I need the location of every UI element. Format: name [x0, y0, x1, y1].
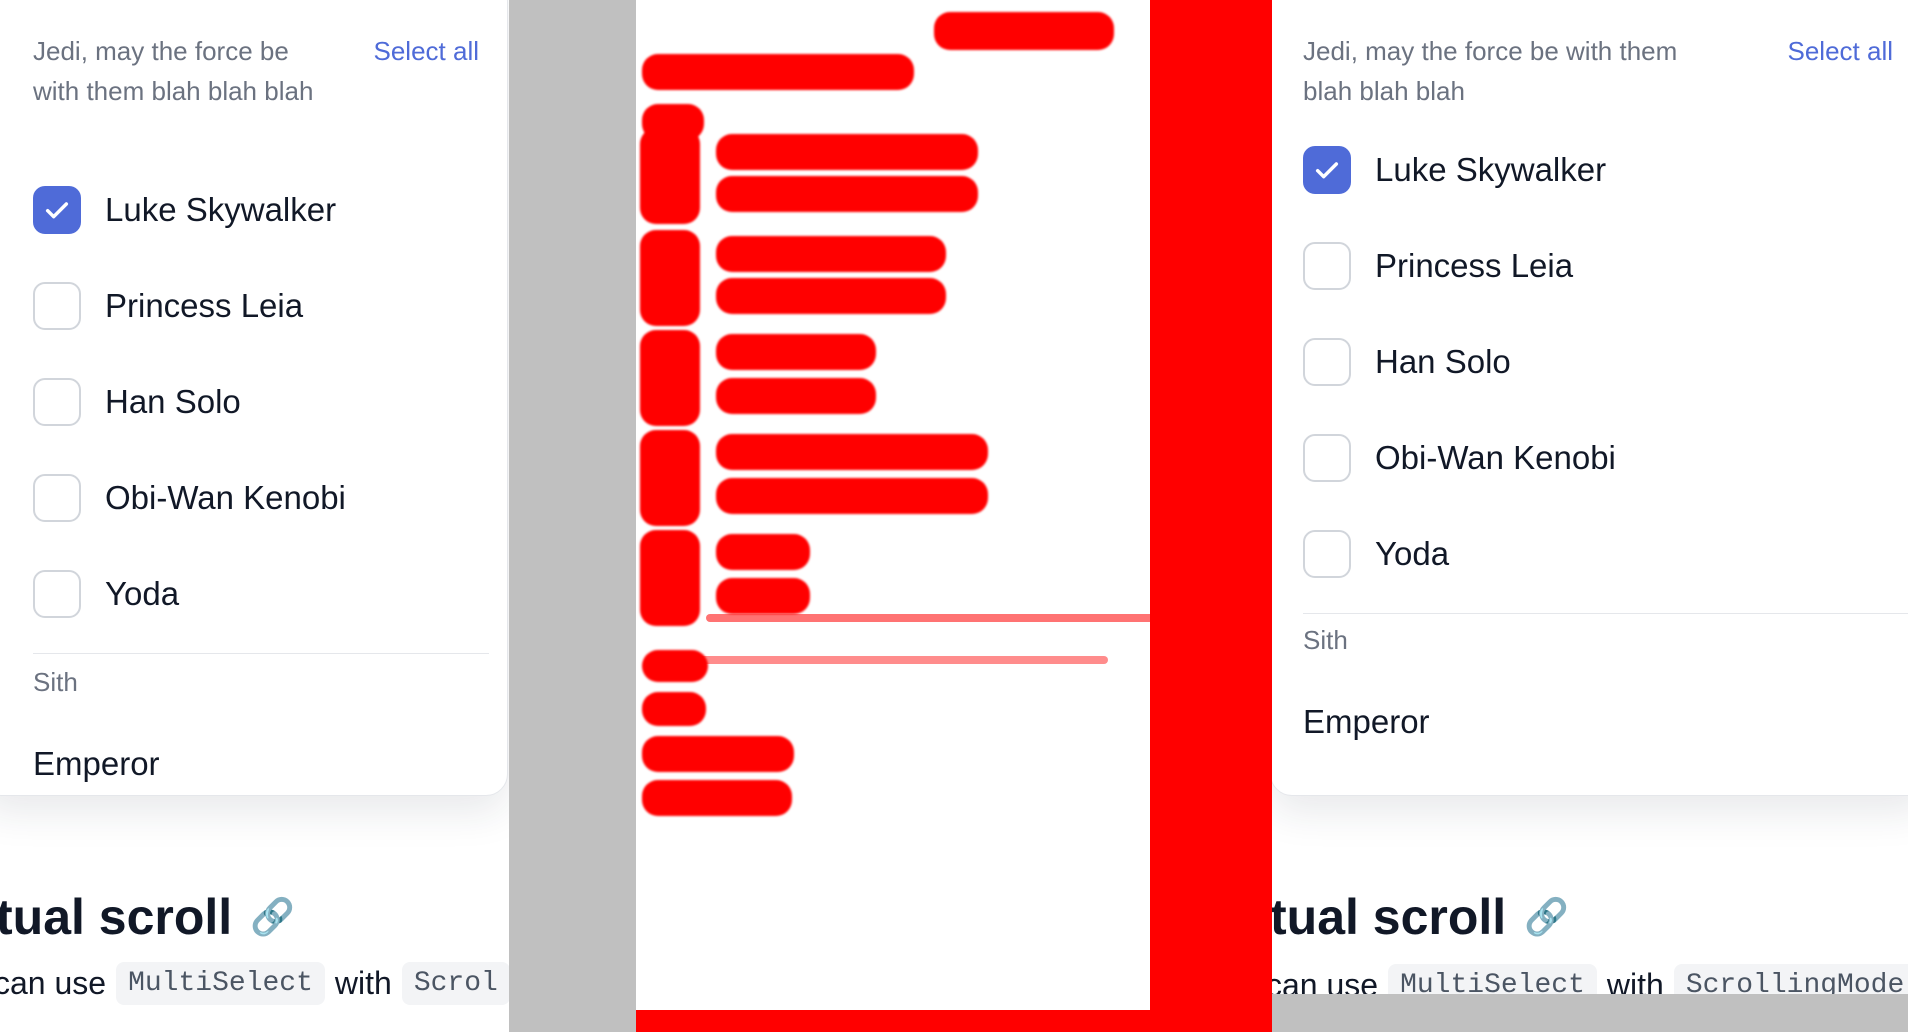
multiselect-dropdown: Jedi, may the force be with them blah bl…: [1272, 0, 1908, 796]
group-divider: [1303, 613, 1908, 614]
option-label: Princess Leia: [105, 287, 304, 324]
section-heading: tual scroll 🔗: [1272, 888, 1569, 946]
diff-blob: [640, 330, 700, 426]
checkbox-checked[interactable]: [33, 186, 81, 234]
paragraph-text: with: [334, 965, 392, 1001]
diff-blob: [716, 134, 978, 170]
diff-blob: [934, 12, 1114, 50]
right-screenshot-panel: Jedi, may the force be with them blah bl…: [1272, 0, 1908, 1032]
option-yoda[interactable]: Yoda: [1303, 529, 1449, 579]
diff-blob: [640, 430, 700, 526]
left-screenshot-panel: Jedi, may the force be with them blah bl…: [0, 0, 509, 1032]
group-divider: [33, 653, 489, 654]
diff-blob: [716, 176, 978, 212]
option-emperor[interactable]: Emperor: [1303, 703, 1430, 741]
checkbox[interactable]: [1303, 434, 1351, 482]
diff-blob: [716, 534, 810, 570]
option-label: Obi-Wan Kenobi: [1375, 439, 1616, 476]
diff-blob: [716, 236, 946, 272]
checkmark-icon: [45, 202, 69, 219]
diff-blob: [640, 230, 700, 326]
checkbox[interactable]: [1303, 530, 1351, 578]
option-label: Obi-Wan Kenobi: [105, 479, 346, 516]
option-obiwan[interactable]: Obi-Wan Kenobi: [33, 473, 346, 523]
group-title-sith: Sith: [1303, 625, 1348, 655]
checkbox[interactable]: [33, 282, 81, 330]
section-heading: tual scroll 🔗: [0, 888, 295, 946]
diff-line: [696, 656, 1108, 664]
diff-red-column: [1150, 0, 1272, 1032]
paragraph-text: can use: [0, 965, 107, 1001]
option-label: Princess Leia: [1375, 247, 1574, 284]
diff-blob: [642, 780, 792, 816]
option-obiwan[interactable]: Obi-Wan Kenobi: [1303, 433, 1616, 483]
select-all-button[interactable]: Select all: [374, 31, 480, 111]
checkbox[interactable]: [33, 570, 81, 618]
diff-blob: [716, 434, 988, 470]
checkmark-icon: [1315, 162, 1339, 179]
diff-line: [706, 614, 1154, 622]
diff-red-bottom-bar: [636, 1010, 1156, 1032]
diff-blob: [642, 692, 706, 726]
option-leia[interactable]: Princess Leia: [33, 281, 303, 331]
group-title: Jedi, may the force be with them blah bl…: [1303, 36, 1678, 106]
diff-blob: [716, 334, 876, 370]
option-han[interactable]: Han Solo: [1303, 337, 1511, 387]
inline-code: Scrol: [401, 962, 509, 1005]
select-all-button[interactable]: Select all: [1788, 31, 1894, 111]
diff-blob: [716, 278, 946, 314]
group-header-jedi: Jedi, may the force be with them blah bl…: [1303, 31, 1893, 111]
gray-bottom-bar: [1272, 994, 1908, 1032]
option-leia[interactable]: Princess Leia: [1303, 241, 1573, 291]
option-han[interactable]: Han Solo: [33, 377, 241, 427]
option-label: Han Solo: [1375, 343, 1511, 380]
checkbox[interactable]: [1303, 242, 1351, 290]
group-header-jedi: Jedi, may the force be with them blah bl…: [33, 31, 479, 111]
diff-blob: [642, 736, 794, 772]
option-label: Luke Skywalker: [105, 191, 337, 228]
gray-separator: [509, 0, 636, 1032]
link-icon[interactable]: 🔗: [250, 896, 295, 938]
diff-blob: [716, 478, 988, 514]
diff-panel: [636, 0, 1272, 1032]
inline-code: MultiSelect: [116, 962, 325, 1005]
option-label: Han Solo: [105, 383, 241, 420]
diff-blob: [640, 128, 700, 224]
option-label: Yoda: [1375, 535, 1450, 572]
heading-text: tual scroll: [1272, 889, 1507, 945]
diff-blob: [716, 578, 810, 614]
option-label: Luke Skywalker: [1375, 151, 1607, 188]
diff-blob: [642, 650, 708, 682]
checkbox[interactable]: [33, 378, 81, 426]
checkbox[interactable]: [1303, 338, 1351, 386]
multiselect-dropdown: Jedi, may the force be with them blah bl…: [0, 0, 508, 796]
link-icon[interactable]: 🔗: [1524, 896, 1569, 938]
heading-text: tual scroll: [0, 889, 233, 945]
option-emperor[interactable]: Emperor: [33, 745, 160, 783]
comparison-stage: Jedi, may the force be with them blah bl…: [0, 0, 1908, 1032]
diff-blob: [642, 54, 914, 90]
checkbox-checked[interactable]: [1303, 146, 1351, 194]
group-title-sith: Sith: [33, 667, 78, 697]
checkbox[interactable]: [33, 474, 81, 522]
section-paragraph: can use MultiSelect with Scrol: [0, 962, 509, 1005]
diff-blob: [640, 530, 700, 626]
group-title: Jedi, may the force be with them blah bl…: [33, 36, 314, 106]
option-luke[interactable]: Luke Skywalker: [1303, 145, 1606, 195]
diff-blob: [716, 378, 876, 414]
option-label: Yoda: [105, 575, 180, 612]
option-yoda[interactable]: Yoda: [33, 569, 179, 619]
option-luke[interactable]: Luke Skywalker: [33, 185, 336, 235]
